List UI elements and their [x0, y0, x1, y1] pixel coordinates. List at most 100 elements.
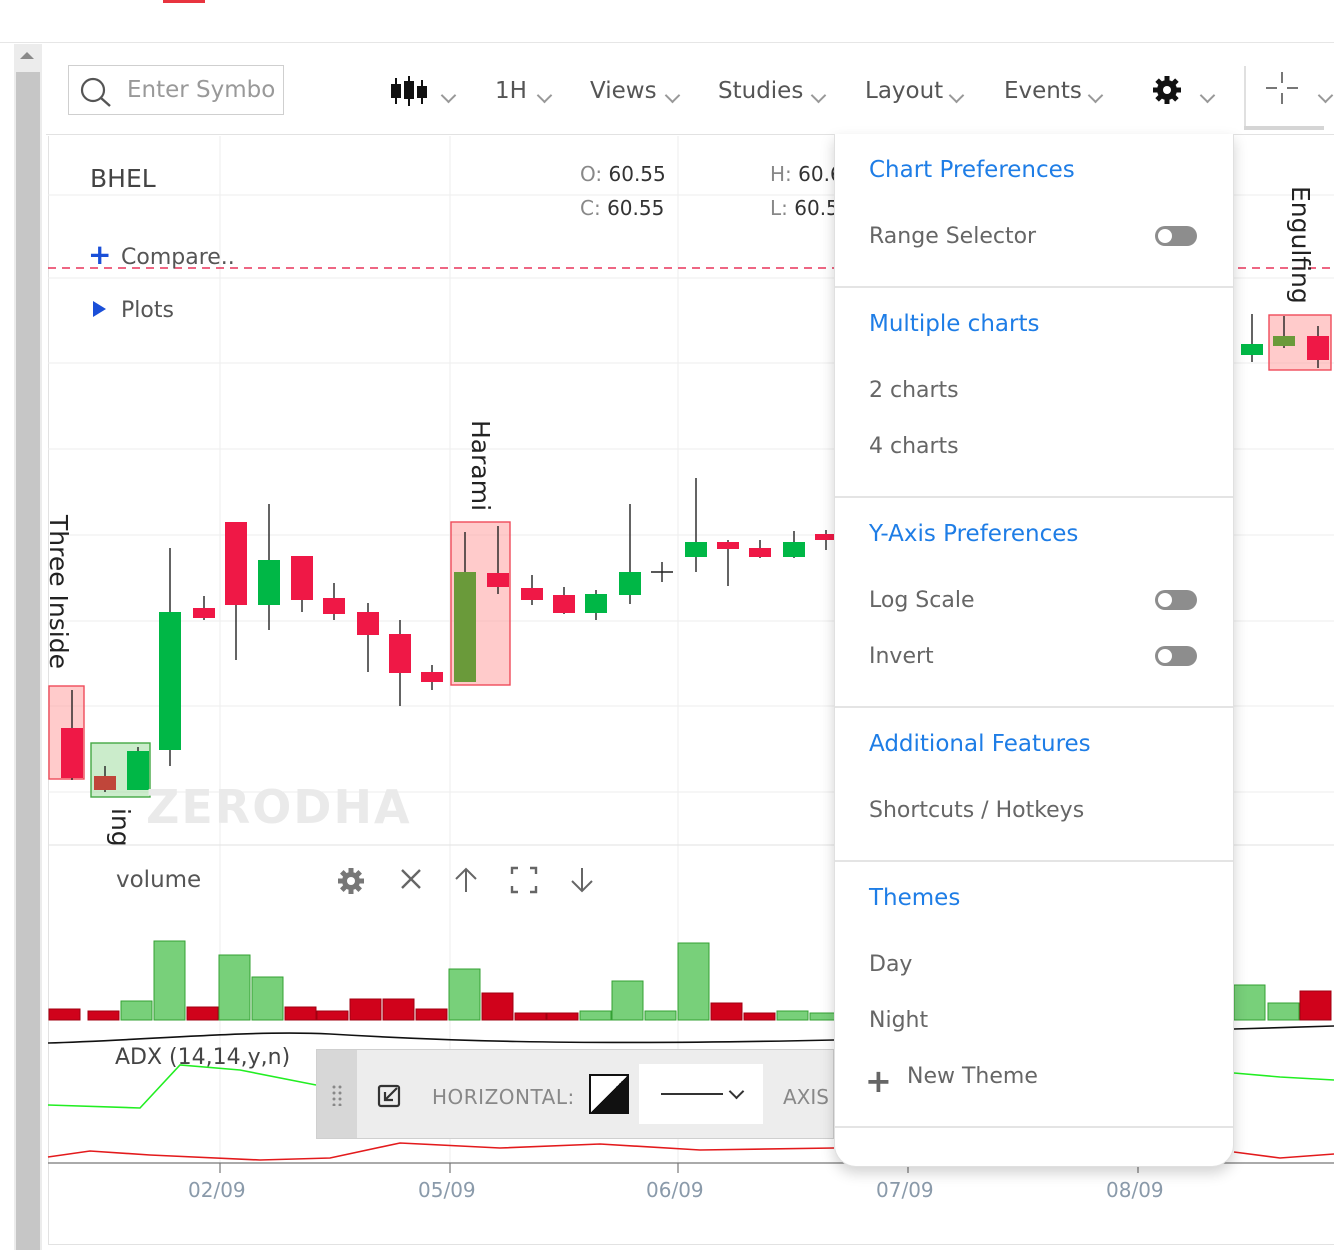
- fill-color-swatch[interactable]: [589, 1074, 629, 1114]
- x-tick-label: 05/09: [418, 1178, 476, 1202]
- candle-body: [749, 548, 771, 557]
- pattern-label-three-inside: Three Inside: [44, 515, 73, 669]
- menu-separator: [835, 706, 1233, 708]
- menu-heading-chart-preferences: Chart Preferences: [869, 157, 1075, 183]
- adx-black-line: [47, 1032, 835, 1044]
- volume-bar: [448, 968, 481, 1021]
- plus-icon[interactable]: +: [88, 238, 111, 271]
- new-theme-plus-icon[interactable]: +: [865, 1062, 892, 1100]
- watermark: ZERODHA: [146, 780, 412, 834]
- volume-bar: [186, 1006, 219, 1021]
- volume-bar: [1267, 1002, 1300, 1021]
- volume-bar: [611, 980, 644, 1021]
- candle-body: [193, 608, 215, 618]
- volume-bar: [1299, 990, 1332, 1021]
- pane-move-up-icon[interactable]: [452, 866, 480, 901]
- adx-green-line: [47, 1064, 317, 1109]
- range-selector-toggle[interactable]: [1155, 226, 1197, 246]
- x-tick-label: 08/09: [1106, 1178, 1164, 1202]
- volume-bar: [1233, 984, 1266, 1021]
- menu-heading-themes: Themes: [869, 885, 961, 911]
- plots-button[interactable]: Plots: [121, 298, 174, 323]
- compare-button[interactable]: Compare..: [121, 245, 235, 270]
- volume-bar: [579, 1010, 612, 1021]
- volume-bar: [284, 1006, 317, 1021]
- line-style-select[interactable]: [639, 1064, 763, 1124]
- volume-bar: [710, 1002, 743, 1021]
- log-scale-toggle[interactable]: [1155, 590, 1197, 610]
- volume-bar: [153, 940, 186, 1021]
- menu-heading-y-axis-preferences: Y-Axis Preferences: [869, 521, 1079, 547]
- volume-bar: [251, 976, 284, 1021]
- menu-item-log-scale[interactable]: Log Scale: [869, 588, 974, 613]
- volume-bar: [48, 1008, 81, 1021]
- edit-arrow-icon: [377, 1084, 401, 1108]
- ohlc-low: L: 60.5: [770, 196, 839, 220]
- axis-label: AXIS: [783, 1085, 829, 1109]
- drag-handle[interactable]: [317, 1050, 357, 1138]
- volume-bar: [677, 942, 710, 1021]
- volume-bar: [481, 992, 514, 1021]
- volume-bar: [776, 1010, 809, 1021]
- candle-body: [783, 542, 805, 557]
- candle-body: [1273, 336, 1295, 346]
- menu-item-day[interactable]: Day: [869, 952, 912, 977]
- pane-close-icon[interactable]: [398, 866, 424, 899]
- pattern-label-ing: ing: [106, 808, 135, 846]
- volume-bar: [514, 1012, 547, 1021]
- candle-body: [357, 612, 379, 635]
- volume-bar: [316, 1010, 349, 1021]
- candle-body: [389, 634, 411, 673]
- x-tick-label: 06/09: [646, 1178, 704, 1202]
- menu-item-new-theme[interactable]: New Theme: [907, 1064, 1038, 1089]
- menu-heading-multiple-charts: Multiple charts: [869, 311, 1040, 337]
- volume-label: volume: [116, 867, 202, 893]
- menu-item-2-charts[interactable]: 2 charts: [869, 378, 959, 403]
- invert-toggle[interactable]: [1155, 646, 1197, 666]
- pane-maximize-icon[interactable]: [510, 866, 538, 901]
- candle-body: [685, 542, 707, 557]
- grip-icon: [332, 1085, 342, 1106]
- line-style-chevron-icon: [728, 1083, 745, 1100]
- candle-body: [487, 573, 509, 587]
- candle-body: [61, 728, 83, 778]
- volume-bar: [546, 1012, 579, 1021]
- menu-item-4-charts[interactable]: 4 charts: [869, 434, 959, 459]
- candle-body: [585, 594, 607, 613]
- pane-settings-icon[interactable]: [336, 866, 366, 903]
- candle-body: [1241, 344, 1263, 355]
- candle-body: [619, 572, 641, 595]
- candle-body: [94, 776, 116, 790]
- plots-triangle-icon[interactable]: [93, 301, 106, 317]
- x-tick-label: 02/09: [188, 1178, 246, 1202]
- candle-body: [323, 598, 345, 614]
- x-tick-label: 07/09: [876, 1178, 934, 1202]
- adx-red-line-right: [1233, 1151, 1334, 1159]
- settings-menu: Chart Preferences Range Selector Multipl…: [834, 134, 1234, 1167]
- pane-move-down-icon[interactable]: [568, 866, 596, 901]
- candle-body: [421, 672, 443, 682]
- volume-bar: [349, 998, 382, 1021]
- volume-bar: [120, 1000, 153, 1021]
- drawing-toolbar: HORIZONTAL: AXIS: [316, 1049, 834, 1139]
- menu-item-invert[interactable]: Invert: [869, 644, 934, 669]
- menu-heading-additional-features: Additional Features: [869, 731, 1091, 757]
- menu-separator: [835, 496, 1233, 498]
- candle-body: [1307, 336, 1329, 360]
- volume-bar: [644, 1010, 677, 1021]
- edit-drawing-button[interactable]: [377, 1082, 403, 1112]
- menu-separator: [835, 1126, 1233, 1128]
- candle-body: [291, 556, 313, 600]
- menu-separator: [835, 286, 1233, 288]
- candle-body: [454, 572, 476, 682]
- menu-item-range-selector[interactable]: Range Selector: [869, 224, 1036, 249]
- adx-green-line-right: [1233, 1072, 1334, 1081]
- menu-item-night[interactable]: Night: [869, 1008, 928, 1033]
- ohlc-close: C: 60.55: [580, 196, 665, 220]
- volume-bar: [415, 1008, 448, 1021]
- volume-bar: [382, 998, 415, 1021]
- pattern-label-harami: Harami: [466, 420, 495, 512]
- menu-item-shortcuts[interactable]: Shortcuts / Hotkeys: [869, 798, 1084, 823]
- candle-body: [717, 542, 739, 549]
- candle-body: [225, 522, 247, 605]
